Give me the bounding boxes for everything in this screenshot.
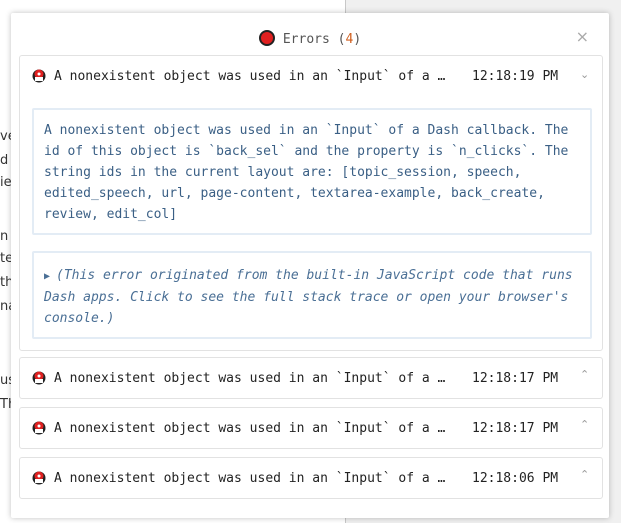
error-time: 12:18:17 PM xyxy=(472,371,559,386)
error-message: A nonexistent object was used in an `Inp… xyxy=(54,69,446,84)
error-time: 12:18:19 PM xyxy=(472,69,559,84)
chevron-up-icon[interactable]: ⌃ xyxy=(580,468,589,481)
error-card-header[interactable]: A nonexistent object was used in an `Inp… xyxy=(20,56,602,96)
errors-label: Errors xyxy=(282,32,330,47)
error-card-header[interactable]: A nonexistent object was used in an `Inp… xyxy=(20,358,602,398)
error-message: A nonexistent object was used in an `Inp… xyxy=(54,371,446,386)
stack-trace-box[interactable]: ▶ (This error originated from the built-i… xyxy=(32,251,592,339)
error-card: A nonexistent object was used in an `Inp… xyxy=(19,55,603,351)
error-panel: Errors (4) × A nonexistent object was us… xyxy=(11,13,609,518)
error-circle-icon xyxy=(258,30,275,46)
errors-title: Errors (4) xyxy=(11,30,609,47)
chevron-up-icon[interactable]: ⌃ xyxy=(580,418,589,431)
bug-icon xyxy=(32,69,46,83)
chevron-up-icon[interactable]: ⌃ xyxy=(580,368,589,381)
error-detail-text: A nonexistent object was used in an `Inp… xyxy=(44,123,569,222)
triangle-right-icon: ▶ xyxy=(44,271,51,282)
bug-icon xyxy=(32,371,46,385)
error-card: A nonexistent object was used in an `Inp… xyxy=(19,407,603,449)
chevron-down-icon[interactable]: ⌄ xyxy=(580,68,589,81)
close-icon[interactable]: × xyxy=(576,27,589,46)
error-card: A nonexistent object was used in an `Inp… xyxy=(19,457,603,499)
bug-icon xyxy=(32,471,46,485)
bug-icon xyxy=(32,421,46,435)
error-detail-box: A nonexistent object was used in an `Inp… xyxy=(32,108,592,235)
background-text-3: ie xyxy=(0,175,12,190)
error-card: A nonexistent object was used in an `Inp… xyxy=(19,357,603,399)
stack-trace-link[interactable]: ▶ (This error originated from the built-i… xyxy=(44,265,580,329)
stack-trace-text: (This error originated from the built-in… xyxy=(44,268,573,326)
error-message: A nonexistent object was used in an `Inp… xyxy=(54,471,446,486)
error-message: A nonexistent object was used in an `Inp… xyxy=(54,421,446,436)
error-card-header[interactable]: A nonexistent object was used in an `Inp… xyxy=(20,408,602,448)
error-card-header[interactable]: A nonexistent object was used in an `Inp… xyxy=(20,458,602,498)
error-count: 4 xyxy=(345,32,354,47)
error-time: 12:18:17 PM xyxy=(472,421,559,436)
error-time: 12:18:06 PM xyxy=(472,471,559,486)
background-text-4: n xyxy=(0,229,9,244)
background-text-2: d xyxy=(0,153,9,168)
